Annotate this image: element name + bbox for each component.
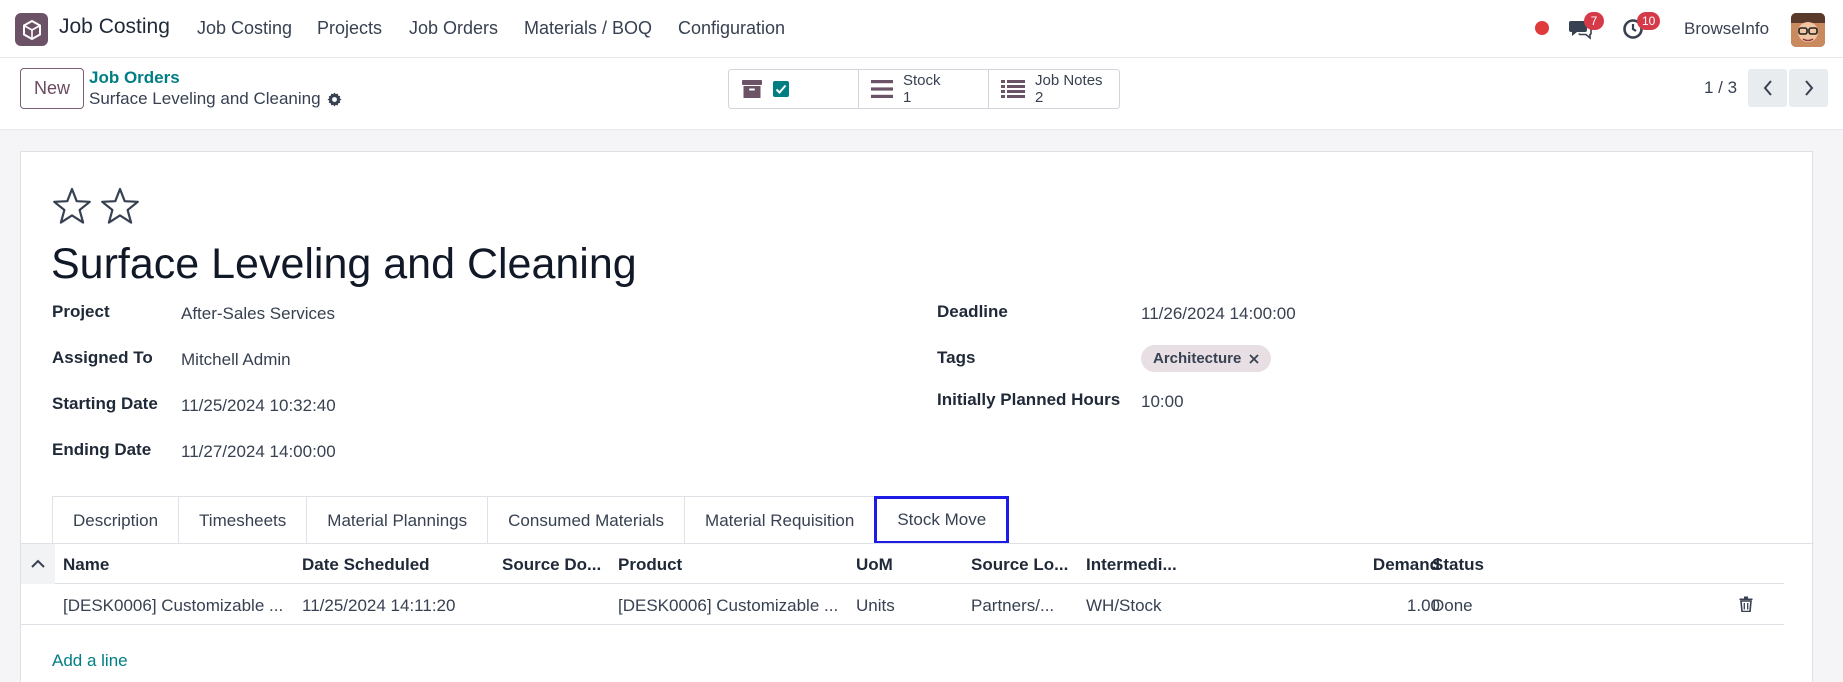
user-avatar[interactable] — [1791, 13, 1825, 47]
control-panel: New Job Orders Surface Leveling and Clea… — [0, 58, 1843, 130]
archive-icon — [742, 80, 762, 98]
project-field[interactable]: After-Sales Services — [181, 304, 335, 324]
cell-product: [DESK0006] Customizable ... — [618, 596, 839, 615]
table-row[interactable]: [DESK0006] Customizable ... 11/25/2024 1… — [21, 584, 1784, 625]
job-notes-label: Job Notes — [1035, 72, 1103, 89]
table-header: Name Date Scheduled Source Do... Product… — [21, 544, 1784, 584]
pager-next-button[interactable] — [1789, 69, 1828, 107]
tag-pill[interactable]: Architecture — [1141, 345, 1272, 372]
chevron-up-icon — [31, 559, 45, 568]
app-name[interactable]: Job Costing — [59, 15, 170, 39]
assigned-to-label: Assigned To — [52, 348, 153, 367]
column-name[interactable]: Name — [63, 555, 109, 575]
column-demand[interactable]: Demand — [1352, 555, 1440, 575]
planned-hours-label: Initially Planned Hours — [937, 390, 1121, 409]
menu-job-orders[interactable]: Job Orders — [409, 18, 498, 39]
new-button[interactable]: New — [20, 68, 84, 109]
top-navbar: Job Costing Job Costing Projects Job Ord… — [0, 0, 1843, 58]
job-notes-count: 2 — [1035, 89, 1044, 106]
tag-label: Architecture — [1153, 350, 1242, 367]
project-label: Project — [52, 302, 110, 321]
menu-materials-boq[interactable]: Materials / BOQ — [524, 18, 652, 39]
star-icon[interactable] — [52, 187, 92, 225]
column-source-location[interactable]: Source Lo... — [971, 555, 1068, 575]
cell-source-location: Partners/... — [971, 596, 1055, 615]
deadline-label: Deadline — [937, 302, 1008, 321]
bars-icon — [871, 80, 893, 98]
archive-toggle-button[interactable] — [729, 70, 859, 108]
column-date-scheduled[interactable]: Date Scheduled — [302, 555, 430, 575]
close-icon[interactable] — [1249, 353, 1259, 364]
cell-intermediate-location: WH/Stock — [1086, 596, 1162, 615]
checkbox-checked-icon — [773, 81, 789, 97]
menu-configuration[interactable]: Configuration — [678, 18, 785, 39]
pager-value[interactable]: 1 / 3 — [1704, 78, 1737, 98]
company-switcher[interactable]: BrowseInfo — [1684, 19, 1769, 39]
column-uom[interactable]: UoM — [856, 555, 893, 575]
starting-date-field[interactable]: 11/25/2024 10:32:40 — [181, 396, 336, 416]
tab-material-requisition[interactable]: Material Requisition — [684, 496, 876, 544]
planned-hours-field[interactable]: 10:00 — [1141, 392, 1184, 412]
activities-badge: 10 — [1637, 12, 1661, 30]
cell-name: [DESK0006] Customizable ... — [63, 596, 284, 615]
notebook-tabs: Description Timesheets Material Planning… — [52, 496, 1010, 544]
gear-icon[interactable] — [327, 91, 342, 107]
smart-buttons: Stock 1 Job Notes 2 — [728, 69, 1120, 109]
form-sheet: Surface Leveling and Cleaning Project Af… — [20, 151, 1814, 682]
messages-badge: 7 — [1584, 12, 1604, 30]
pager-previous-button[interactable] — [1748, 69, 1787, 107]
ending-date-label: Ending Date — [52, 440, 152, 459]
star-icon[interactable] — [100, 187, 140, 225]
column-status[interactable]: Status — [1432, 555, 1484, 575]
tab-description[interactable]: Description — [52, 496, 180, 544]
ending-date-field[interactable]: 11/27/2024 14:00:00 — [181, 442, 336, 462]
cell-demand: 1.00 — [1406, 596, 1440, 615]
cell-uom: Units — [856, 596, 895, 615]
list-icon — [1001, 80, 1025, 98]
menu-job-costing[interactable]: Job Costing — [197, 18, 292, 39]
assigned-to-field[interactable]: Mitchell Admin — [181, 350, 291, 370]
breadcrumb-current: Surface Leveling and Cleaning — [89, 89, 342, 109]
sort-toggle[interactable] — [21, 544, 55, 584]
cell-status: Done — [1432, 596, 1473, 615]
tab-material-plannings[interactable]: Material Plannings — [306, 496, 489, 544]
chevron-right-icon — [1804, 80, 1813, 96]
column-product[interactable]: Product — [618, 555, 682, 575]
tab-consumed-materials[interactable]: Consumed Materials — [487, 496, 686, 544]
job-notes-smart-button[interactable]: Job Notes 2 — [989, 70, 1119, 108]
breadcrumb-current-label: Surface Leveling and Cleaning — [89, 89, 321, 108]
chevron-left-icon — [1763, 80, 1772, 96]
deadline-field[interactable]: 11/26/2024 14:00:00 — [1141, 304, 1296, 324]
priority-stars — [52, 187, 140, 225]
record-title[interactable]: Surface Leveling and Cleaning — [51, 240, 637, 289]
recording-dot-icon[interactable] — [1535, 21, 1549, 35]
tab-timesheets[interactable]: Timesheets — [178, 496, 308, 544]
stock-label: Stock — [903, 72, 941, 89]
column-intermediate-location[interactable]: Intermedi... — [1086, 555, 1177, 575]
trash-icon[interactable] — [1739, 596, 1753, 617]
add-line-link[interactable]: Add a line — [52, 651, 128, 671]
tags-label: Tags — [937, 348, 976, 367]
starting-date-label: Starting Date — [52, 394, 158, 413]
menu-projects[interactable]: Projects — [317, 18, 382, 39]
tab-stock-move[interactable]: Stock Move — [874, 496, 1010, 544]
stock-smart-button[interactable]: Stock 1 — [859, 70, 989, 108]
app-logo-icon[interactable] — [15, 13, 48, 46]
stock-count: 1 — [903, 89, 912, 106]
cell-date-scheduled: 11/25/2024 14:11:20 — [302, 596, 456, 615]
breadcrumb-job-orders[interactable]: Job Orders — [89, 68, 180, 88]
column-source-document[interactable]: Source Do... — [502, 555, 601, 575]
